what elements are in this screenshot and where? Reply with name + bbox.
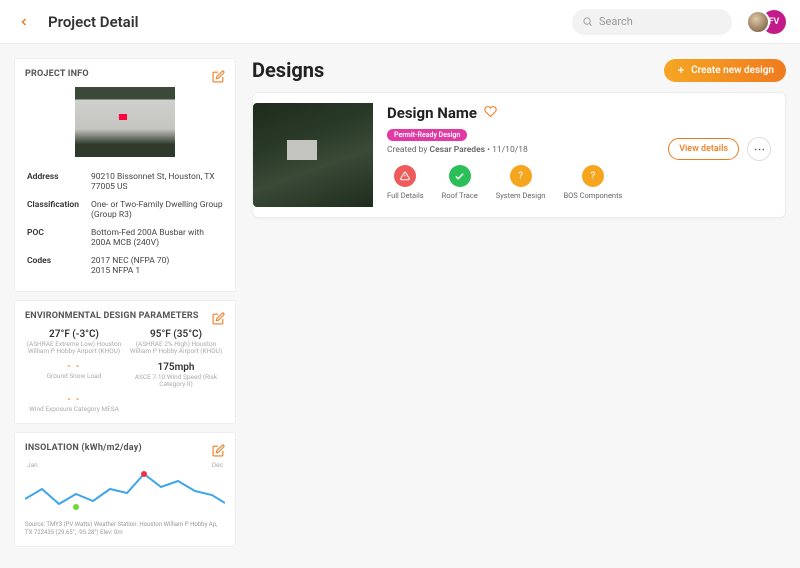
avatar-group[interactable]: FV [746, 10, 786, 34]
edit-insolation-button[interactable] [209, 441, 227, 459]
check-icon [449, 165, 471, 187]
step-bos-components[interactable]: ? BOS Components [563, 165, 622, 200]
project-info-table: Address90210 Bissonnet St, Houston, TX 7… [25, 167, 225, 281]
question-icon: ? [582, 165, 604, 187]
design-actions: View details [668, 137, 771, 161]
back-button[interactable] [14, 12, 34, 32]
search-placeholder: Search [599, 15, 633, 28]
env-grid: 27°F (-3°C)(ASHRAE Extreme Low) Houston … [25, 329, 225, 413]
card-title: INSOLATION (kWh/m2/day) [25, 443, 225, 453]
design-status-badge: Permit-Ready Design [387, 129, 467, 141]
env-temp-low: 27°F (-3°C)(ASHRAE Extreme Low) Houston … [25, 329, 123, 356]
view-details-button[interactable]: View details [668, 138, 739, 160]
card-title: PROJECT INFO [25, 69, 225, 79]
table-row: ClassificationOne- or Two-Family Dwellin… [27, 197, 223, 223]
design-created-by: Created by Cesar Paredes • 11/10/18 [387, 145, 654, 155]
avatar [746, 10, 770, 34]
line-chart-svg [25, 459, 225, 517]
edit-icon [212, 70, 225, 83]
project-aerial-image [75, 87, 175, 157]
heart-icon [484, 105, 497, 118]
more-actions-button[interactable] [747, 137, 771, 161]
insolation-chart: Jan Dec [25, 459, 225, 517]
chart-source-text: Source: TMY3 (PV Watts) Weather Station:… [25, 521, 225, 535]
design-thumbnail [253, 103, 373, 207]
chart-start-label: Jan [27, 461, 38, 469]
design-card: Design Name Permit-Ready Design Created … [252, 92, 786, 218]
search-icon [582, 16, 593, 27]
env-temp-high: 95°F (35°C)(ASHRAE 2% High) Houston Will… [127, 329, 225, 356]
create-design-button[interactable]: Create new design [664, 59, 786, 82]
main-content: PROJECT INFO Address90210 Bissonnet St, … [0, 44, 800, 561]
design-steps-row: Full Details Roof Trace ? System Design … [387, 165, 654, 200]
chevron-left-icon [18, 16, 30, 28]
edit-icon [212, 312, 225, 325]
step-system-design[interactable]: ? System Design [496, 165, 546, 200]
topbar: Project Detail Search FV [0, 0, 800, 44]
project-info-card: PROJECT INFO Address90210 Bissonnet St, … [14, 58, 236, 292]
design-name: Design Name [387, 104, 477, 122]
edit-env-button[interactable] [209, 309, 227, 327]
table-row: Address90210 Bissonnet St, Houston, TX 7… [27, 169, 223, 195]
env-wind: 175mphASCE 7-10 Wind Speed (Risk Categor… [127, 362, 225, 389]
designs-title: Designs [252, 58, 324, 82]
designs-header: Designs Create new design [252, 58, 786, 82]
edit-icon [212, 444, 225, 457]
edit-project-info-button[interactable] [209, 67, 227, 85]
warning-icon [394, 165, 416, 187]
favorite-button[interactable] [484, 103, 497, 122]
env-params-card: ENVIRONMENTAL DESIGN PARAMETERS 27°F (-3… [14, 300, 236, 424]
env-exposure: - -Wind Exposure Category MESA [25, 395, 123, 413]
env-snow: - -Ground Snow Load [25, 362, 123, 389]
step-roof-trace[interactable]: Roof Trace [442, 165, 478, 200]
step-full-details[interactable]: Full Details [387, 165, 424, 200]
designs-section: Designs Create new design Design Name Pe… [252, 58, 786, 547]
chart-end-label: Dec [212, 461, 223, 469]
table-row: POCBottom-Fed 200A Busbar with 200A MCB … [27, 225, 223, 251]
table-row: Codes2017 NEC (NFPA 70) 2015 NFPA 1 [27, 253, 223, 279]
more-horizontal-icon [753, 143, 766, 156]
insolation-card: INSOLATION (kWh/m2/day) Jan Dec Source: … [14, 432, 236, 546]
page-title: Project Detail [48, 13, 139, 31]
search-input[interactable]: Search [572, 9, 732, 35]
plus-icon [676, 65, 686, 75]
sidebar: PROJECT INFO Address90210 Bissonnet St, … [14, 58, 236, 547]
card-title: ENVIRONMENTAL DESIGN PARAMETERS [25, 311, 225, 321]
design-body: Design Name Permit-Ready Design Created … [387, 103, 654, 200]
question-icon: ? [510, 165, 532, 187]
